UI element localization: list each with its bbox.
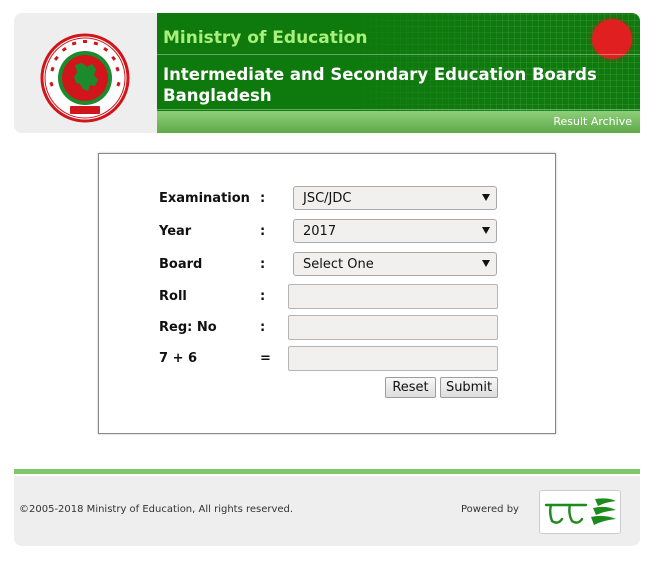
separator: :: [260, 224, 266, 239]
examination-value: JSC/JDC: [303, 191, 352, 206]
dropdown-arrow-icon: [482, 194, 490, 201]
reg-no-label: Reg: No: [159, 320, 217, 335]
dropdown-arrow-icon: [482, 260, 490, 267]
board-select[interactable]: Select One: [293, 252, 497, 276]
examination-select[interactable]: JSC/JDC: [293, 186, 497, 210]
header: Ministry of Education Intermediate and S…: [14, 13, 640, 133]
examination-label: Examination: [159, 191, 250, 206]
separator: :: [260, 257, 266, 272]
teletalk-logo-icon[interactable]: [539, 490, 621, 534]
roll-row: Roll :: [159, 284, 499, 310]
reset-button[interactable]: Reset: [385, 377, 436, 398]
powered-by-text: Powered by: [461, 504, 519, 515]
dropdown-arrow-icon: [482, 227, 490, 234]
government-seal-icon: [40, 33, 130, 123]
title-band: Ministry of Education Intermediate and S…: [157, 13, 640, 111]
year-select[interactable]: 2017: [293, 219, 497, 243]
header-divider: [157, 54, 640, 55]
year-label: Year: [159, 224, 192, 239]
separator: =: [260, 351, 271, 366]
year-row: Year : 2017: [159, 219, 499, 245]
bangladesh-flag-icon: [592, 19, 632, 59]
roll-input[interactable]: [288, 284, 498, 309]
roll-label: Roll: [159, 289, 187, 304]
captcha-label: 7 + 6: [159, 351, 198, 366]
reg-no-input[interactable]: [288, 315, 498, 340]
board-label: Board: [159, 257, 203, 272]
captcha-input[interactable]: [288, 346, 498, 371]
boards-title: Intermediate and Secondary Education Boa…: [163, 65, 597, 105]
year-value: 2017: [303, 224, 337, 239]
header-divider-bottom: [157, 109, 640, 110]
separator: :: [260, 320, 266, 335]
result-form: Examination : JSC/JDC Year : 2017 Board …: [98, 153, 556, 434]
teletalk-logo-graphic: [544, 498, 616, 525]
separator: :: [260, 289, 266, 304]
separator: :: [260, 191, 266, 206]
logo-panel: [14, 13, 157, 133]
examination-row: Examination : JSC/JDC: [159, 186, 499, 212]
reg-no-row: Reg: No :: [159, 315, 499, 341]
footer-divider: [14, 469, 640, 474]
submit-button[interactable]: Submit: [440, 377, 498, 398]
captcha-row: 7 + 6 =: [159, 346, 499, 372]
board-value: Select One: [303, 257, 374, 272]
archive-band: Result Archive: [157, 111, 640, 133]
copyright-text: ©2005-2018 Ministry of Education, All ri…: [19, 504, 294, 515]
page: Ministry of Education Intermediate and S…: [0, 0, 647, 562]
ministry-title: Ministry of Education: [163, 28, 368, 48]
result-archive-link[interactable]: Result Archive: [553, 115, 632, 128]
footer: ©2005-2018 Ministry of Education, All ri…: [14, 476, 640, 546]
board-row: Board : Select One: [159, 252, 499, 278]
